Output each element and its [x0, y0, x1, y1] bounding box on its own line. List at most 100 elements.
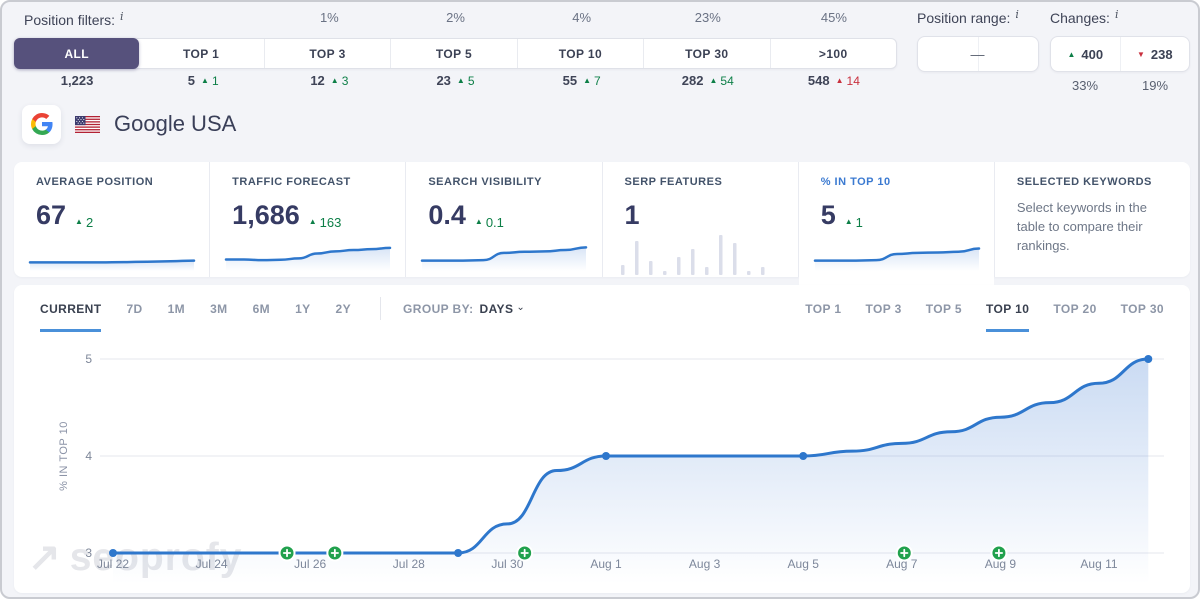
- triangle-down-icon: ▼: [1137, 50, 1145, 59]
- card-value: 1,686: [232, 200, 300, 231]
- changes-down-button[interactable]: ▼238: [1121, 37, 1190, 71]
- y-axis-title: % IN TOP 10: [58, 421, 70, 491]
- filter-count: 235: [392, 73, 518, 88]
- card-value: 67: [36, 200, 66, 231]
- changes-percent-row: 33% 19%: [1050, 78, 1190, 93]
- data-point[interactable]: [1144, 355, 1152, 363]
- filter-tab-top30[interactable]: TOP 30: [643, 39, 769, 68]
- card-traffic-forecast[interactable]: TRAFFIC FORECAST 1,686163: [209, 162, 405, 277]
- toolbar-divider: [380, 297, 381, 320]
- time-tab-6m[interactable]: 6M: [253, 285, 270, 332]
- time-tab-1y[interactable]: 1Y: [295, 285, 310, 332]
- changes-label: Changes: i: [1050, 10, 1118, 26]
- time-tab-1m[interactable]: 1M: [168, 285, 185, 332]
- filter-count: 12 3: [266, 73, 392, 88]
- y-tick-label: 3: [85, 546, 92, 560]
- card-label: SERP FEATURES: [625, 176, 778, 188]
- summary-cards-row: AVERAGE POSITION 672 TRAFFIC FORECAST 1,…: [14, 162, 1190, 277]
- data-point[interactable]: [109, 549, 117, 557]
- info-icon[interactable]: i: [1115, 8, 1119, 21]
- time-tab-3m[interactable]: 3M: [210, 285, 227, 332]
- position-range-text: Position range:: [917, 10, 1010, 26]
- card-value: 0.4: [428, 200, 466, 231]
- group-by-dropdown[interactable]: GROUP BY: DAYS ⌄: [403, 285, 525, 332]
- count-value: 55: [563, 73, 577, 88]
- chart-panel: CURRENT 7D 1M 3M 6M 1Y 2Y GROUP BY: DAYS…: [14, 285, 1190, 593]
- triangle-up-icon: [201, 77, 209, 85]
- card-label: AVERAGE POSITION: [36, 176, 189, 188]
- count-delta: 54: [709, 74, 733, 88]
- count-value: 282: [682, 73, 704, 88]
- usa-flag-icon: [75, 116, 100, 133]
- card-delta: 0.1: [475, 215, 504, 230]
- top-tab-top10[interactable]: TOP 10: [986, 285, 1029, 332]
- time-tab-current[interactable]: CURRENT: [40, 285, 101, 332]
- filter-percent: 45%: [771, 10, 897, 25]
- sparkline-chart: [26, 237, 198, 271]
- triangle-up-icon: [331, 77, 339, 85]
- card-label: SELECTED KEYWORDS: [1017, 176, 1170, 188]
- count-delta: 3: [331, 74, 349, 88]
- position-range-to[interactable]: [979, 37, 1039, 71]
- top-n-tabs: TOP 1 TOP 3 TOP 5 TOP 10 TOP 20 TOP 30: [781, 285, 1164, 332]
- changes-toggle: ▲400 ▼238: [1050, 36, 1190, 72]
- triangle-up-icon: [309, 218, 317, 226]
- count-delta: 7: [583, 74, 601, 88]
- card-value: 5: [821, 200, 836, 231]
- position-range-label: Position range: i: [917, 10, 1019, 26]
- card-label: SEARCH VISIBILITY: [428, 176, 581, 188]
- count-delta: 14: [836, 74, 860, 88]
- filter-tab-top10[interactable]: TOP 10: [517, 39, 643, 68]
- triangle-up-icon: [836, 77, 844, 85]
- card-selected-keywords: SELECTED KEYWORDS Select keywords in the…: [994, 162, 1190, 277]
- top-tab-top30[interactable]: TOP 30: [1121, 285, 1164, 332]
- filter-tab-over100[interactable]: >100: [770, 39, 896, 68]
- card-average-position[interactable]: AVERAGE POSITION 67 2: [14, 162, 209, 277]
- data-point[interactable]: [799, 452, 807, 460]
- info-icon[interactable]: i: [1015, 8, 1019, 21]
- time-tab-7d[interactable]: 7D: [126, 285, 142, 332]
- y-tick-label: 5: [85, 352, 92, 366]
- card-percent-in-top10[interactable]: % IN TOP 10 51: [798, 162, 994, 277]
- project-name: Google USA: [114, 111, 236, 137]
- count-value: 12: [310, 73, 324, 88]
- data-point[interactable]: [454, 549, 462, 557]
- chevron-down-icon: ⌄: [516, 302, 525, 313]
- filter-percent: [14, 10, 140, 25]
- changes-text: Changes:: [1050, 10, 1110, 26]
- card-serp-features[interactable]: SERP FEATURES 1: [602, 162, 798, 277]
- count-value: 1,223: [61, 73, 94, 88]
- data-point[interactable]: [602, 452, 610, 460]
- time-tab-2y[interactable]: 2Y: [336, 285, 351, 332]
- top-tab-top1[interactable]: TOP 1: [805, 285, 841, 332]
- filter-count: 1,223: [14, 73, 140, 88]
- triangle-up-icon: [75, 218, 83, 226]
- position-range-input[interactable]: —: [917, 36, 1039, 72]
- card-delta: 2: [75, 215, 93, 230]
- filter-tab-all[interactable]: ALL: [14, 38, 139, 69]
- google-g-icon: [31, 113, 53, 135]
- changes-up-button[interactable]: ▲400: [1051, 37, 1121, 71]
- filter-tab-top1[interactable]: TOP 1: [138, 39, 263, 68]
- filter-count: 51: [140, 73, 266, 88]
- position-range-from[interactable]: —: [918, 37, 979, 71]
- card-delta: 163: [309, 215, 342, 230]
- filter-percent: 2%: [392, 10, 518, 25]
- triangle-up-icon: [709, 77, 717, 85]
- chart-toolbar: CURRENT 7D 1M 3M 6M 1Y 2Y GROUP BY: DAYS…: [14, 285, 1190, 332]
- filter-tab-top3[interactable]: TOP 3: [264, 39, 390, 68]
- percent-in-top10-chart[interactable]: 345% IN TOP 10Jul 22Jul 24Jul 26Jul 28Ju…: [14, 332, 1190, 590]
- filter-count-row: 1,223 51 12 3 235 55 7 282 54 548 14: [14, 73, 897, 88]
- filter-percent: 1%: [266, 10, 392, 25]
- count-value: 548: [808, 73, 830, 88]
- card-search-visibility[interactable]: SEARCH VISIBILITY 0.4 0.1: [405, 162, 601, 277]
- triangle-up-icon: ▲: [1067, 50, 1075, 59]
- filter-percent: 4%: [519, 10, 645, 25]
- bars-sparkline-chart: [613, 225, 785, 275]
- top-tab-top3[interactable]: TOP 3: [866, 285, 902, 332]
- top-tab-top5[interactable]: TOP 5: [926, 285, 962, 332]
- top-tab-top20[interactable]: TOP 20: [1053, 285, 1096, 332]
- filter-tab-top5[interactable]: TOP 5: [390, 39, 516, 68]
- triangle-up-icon: [457, 77, 465, 85]
- triangle-up-icon: [475, 218, 483, 226]
